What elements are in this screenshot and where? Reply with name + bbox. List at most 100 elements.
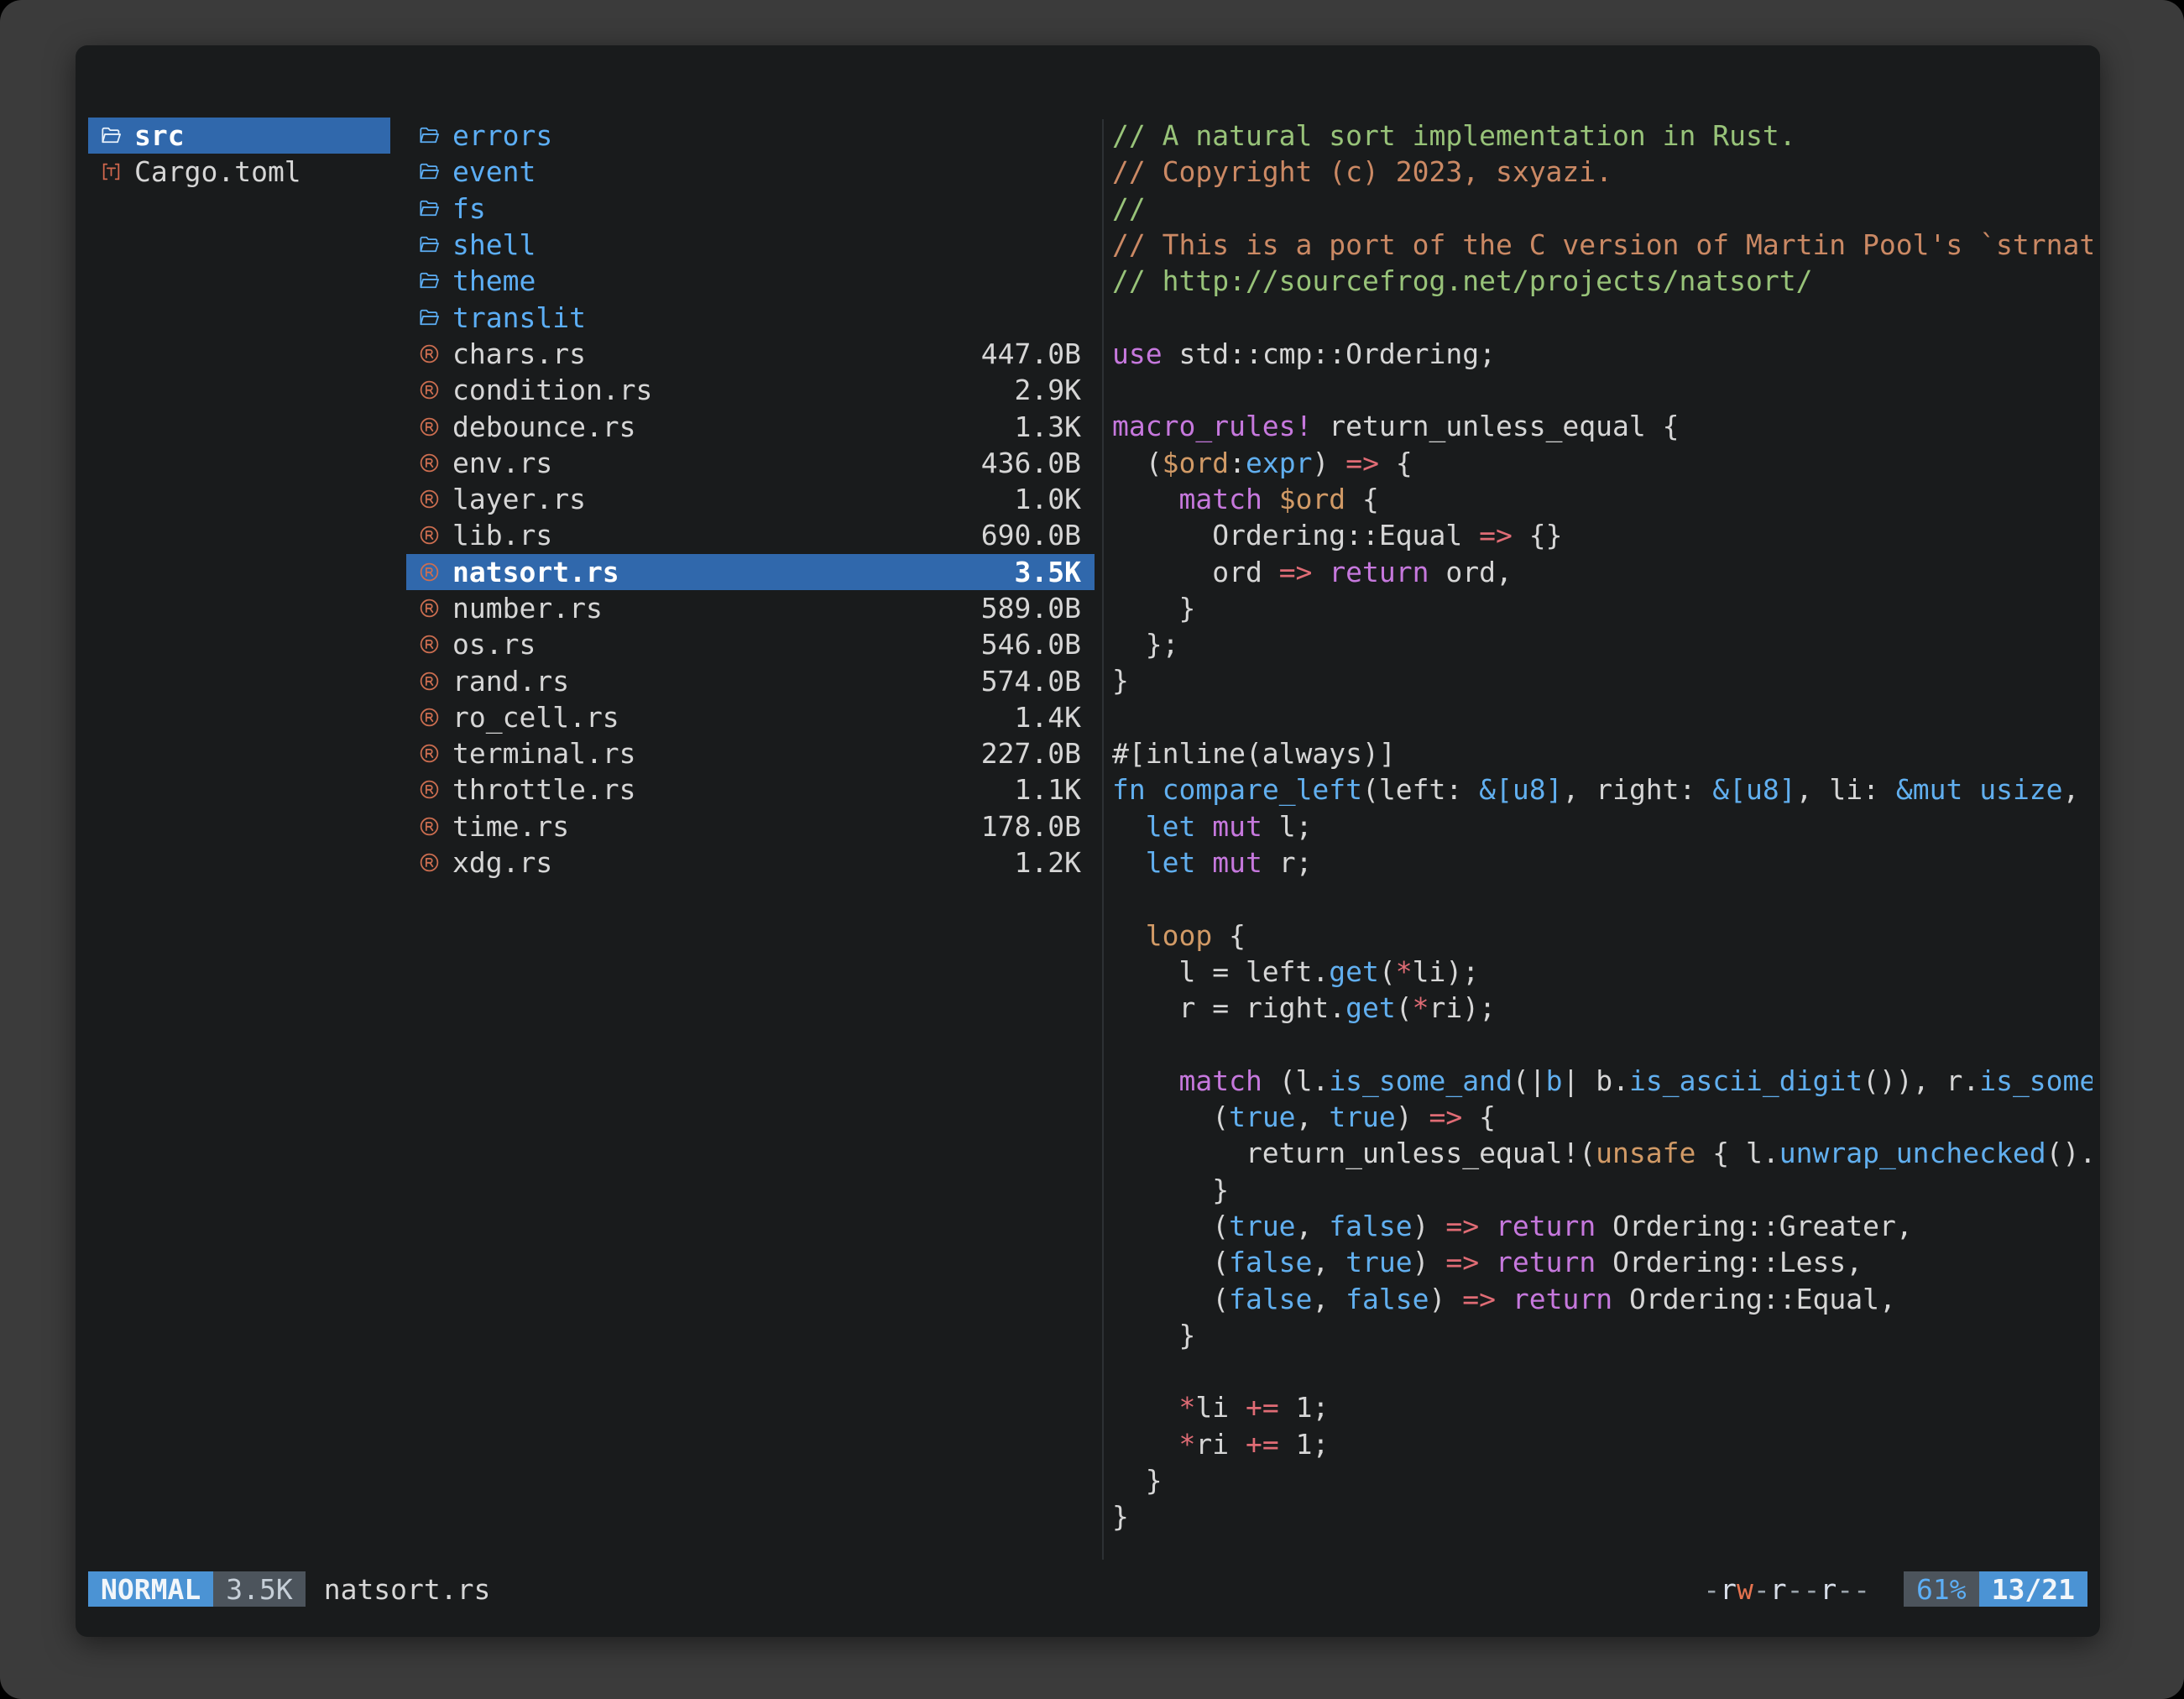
file-row[interactable]: debounce.rs 1.3K bbox=[406, 408, 1095, 444]
folder-icon bbox=[416, 269, 442, 294]
file-size: 3.5K bbox=[998, 556, 1081, 588]
file-row[interactable]: time.rs178.0B bbox=[406, 808, 1095, 844]
file-row[interactable]: theme bbox=[406, 263, 1095, 299]
rust-icon bbox=[416, 741, 442, 766]
file-name: fs bbox=[452, 192, 486, 225]
file-size: 1.2K bbox=[998, 846, 1081, 879]
rust-icon bbox=[416, 414, 442, 439]
code-line bbox=[1112, 699, 2093, 735]
file-row[interactable]: terminal.rs227.0B bbox=[406, 735, 1095, 771]
file-size: 178.0B bbox=[964, 810, 1081, 843]
cursor-position: 13/21 bbox=[1979, 1571, 2087, 1607]
file-name: natsort.rs bbox=[452, 556, 619, 588]
rust-icon bbox=[416, 668, 442, 693]
terminal-window: srcCargo.toml errorseventfsshellthemetra… bbox=[76, 45, 2100, 1637]
status-bar: NORMAL 3.5K natsort.rs -rw-r--r-- 61% 13… bbox=[88, 1571, 2087, 1607]
file-name: rand.rs bbox=[452, 665, 569, 698]
file-row[interactable]: chars.rs447.0B bbox=[406, 336, 1095, 372]
file-name: condition.rs bbox=[452, 374, 652, 406]
permissions: -rw-r--r-- bbox=[1703, 1573, 1870, 1606]
status-filename: natsort.rs bbox=[324, 1573, 491, 1606]
file-row[interactable]: number.rs589.0B bbox=[406, 590, 1095, 626]
code-line: let mut l; bbox=[1112, 808, 2093, 844]
code-line: ord => return ord, bbox=[1112, 554, 2093, 590]
code-line: } bbox=[1112, 590, 2093, 626]
file-row[interactable]: src bbox=[88, 118, 390, 154]
code-line: } bbox=[1112, 662, 2093, 698]
rust-icon bbox=[416, 450, 442, 475]
code-line: let mut r; bbox=[1112, 844, 2093, 881]
code-line: (true, false) => return Ordering::Greate… bbox=[1112, 1208, 2093, 1244]
file-row[interactable]: errors bbox=[406, 118, 1095, 154]
file-row[interactable]: lib.rs690.0B bbox=[406, 517, 1095, 553]
code-line: r = right.get(*ri); bbox=[1112, 990, 2093, 1026]
file-size: 574.0B bbox=[964, 665, 1081, 698]
code-line: Ordering::Equal => {} bbox=[1112, 517, 2093, 553]
rust-icon bbox=[416, 777, 442, 802]
file-size: 1.1K bbox=[998, 773, 1081, 806]
file-size: 2.9K bbox=[998, 374, 1081, 406]
rust-icon bbox=[416, 523, 442, 548]
scroll-percent: 61% bbox=[1904, 1571, 1979, 1607]
file-row[interactable]: os.rs 546.0B bbox=[406, 626, 1095, 662]
rust-icon bbox=[416, 850, 442, 876]
rust-icon bbox=[416, 813, 442, 839]
code-line: l = left.get(*li); bbox=[1112, 954, 2093, 990]
code-line bbox=[1112, 881, 2093, 917]
code-line: // This is a port of the C version of Ma… bbox=[1112, 227, 2093, 263]
folder-icon bbox=[416, 196, 442, 221]
file-row[interactable]: natsort.rs 3.5K bbox=[406, 554, 1095, 590]
rust-icon bbox=[416, 378, 442, 403]
code-line: // bbox=[1112, 191, 2093, 227]
file-size: 1.4K bbox=[998, 701, 1081, 734]
folder-icon bbox=[416, 123, 442, 149]
toml-icon bbox=[98, 159, 123, 185]
file-row[interactable]: event bbox=[406, 154, 1095, 190]
code-line bbox=[1112, 1026, 2093, 1062]
file-name: errors bbox=[452, 119, 552, 152]
folder-icon bbox=[416, 233, 442, 258]
file-name: env.rs bbox=[452, 447, 552, 479]
file-size: 1.3K bbox=[998, 410, 1081, 443]
file-row[interactable]: rand.rs 574.0B bbox=[406, 662, 1095, 698]
file-name: translit bbox=[452, 301, 586, 334]
folder-icon bbox=[416, 305, 442, 330]
desktop-background: srcCargo.toml errorseventfsshellthemetra… bbox=[0, 0, 2184, 1699]
file-name: layer.rs bbox=[452, 483, 586, 515]
code-line: *li += 1; bbox=[1112, 1389, 2093, 1425]
code-line: fn compare_left(left: &[u8], right: &[u8… bbox=[1112, 771, 2093, 808]
file-size: 436.0B bbox=[964, 447, 1081, 479]
rust-icon bbox=[416, 487, 442, 512]
code-line: (false, true) => return Ordering::Less, bbox=[1112, 1244, 2093, 1280]
code-line: // http://sourcefrog.net/projects/natsor… bbox=[1112, 263, 2093, 299]
file-row[interactable]: ro_cell.rs1.4K bbox=[406, 699, 1095, 735]
file-row[interactable]: shell bbox=[406, 227, 1095, 263]
code-line: } bbox=[1112, 1172, 2093, 1208]
code-line: macro_rules! return_unless_equal { bbox=[1112, 408, 2093, 444]
parent-pane: srcCargo.toml bbox=[88, 118, 390, 191]
file-name: lib.rs bbox=[452, 519, 552, 552]
file-size: 546.0B bbox=[964, 628, 1081, 661]
file-size-badge: 3.5K bbox=[213, 1571, 305, 1607]
file-name: shell bbox=[452, 228, 536, 261]
file-row[interactable]: Cargo.toml bbox=[88, 154, 390, 190]
code-line bbox=[1112, 1353, 2093, 1389]
status-right: -rw-r--r-- 61% 13/21 bbox=[1703, 1571, 2087, 1607]
file-size: 1.0K bbox=[998, 483, 1081, 515]
file-row[interactable]: layer.rs 1.0K bbox=[406, 481, 1095, 517]
code-line: return_unless_equal!(unsafe { l.unwrap_u… bbox=[1112, 1135, 2093, 1171]
code-line: } bbox=[1112, 1462, 2093, 1498]
file-row[interactable]: translit bbox=[406, 299, 1095, 335]
file-row[interactable]: env.rs 436.0B bbox=[406, 445, 1095, 481]
file-row[interactable]: throttle.rs1.1K bbox=[406, 771, 1095, 808]
file-name: Cargo.toml bbox=[134, 155, 301, 188]
file-row[interactable]: condition.rs 2.9K bbox=[406, 372, 1095, 408]
file-row[interactable]: xdg.rs1.2K bbox=[406, 844, 1095, 881]
file-name: debounce.rs bbox=[452, 410, 636, 443]
mode-indicator: NORMAL bbox=[88, 1571, 213, 1607]
file-name: os.rs bbox=[452, 628, 536, 661]
preview-pane: // A natural sort implementation in Rust… bbox=[1112, 118, 2093, 1566]
code-line bbox=[1112, 372, 2093, 408]
code-line: use std::cmp::Ordering; bbox=[1112, 336, 2093, 372]
file-row[interactable]: fs bbox=[406, 191, 1095, 227]
